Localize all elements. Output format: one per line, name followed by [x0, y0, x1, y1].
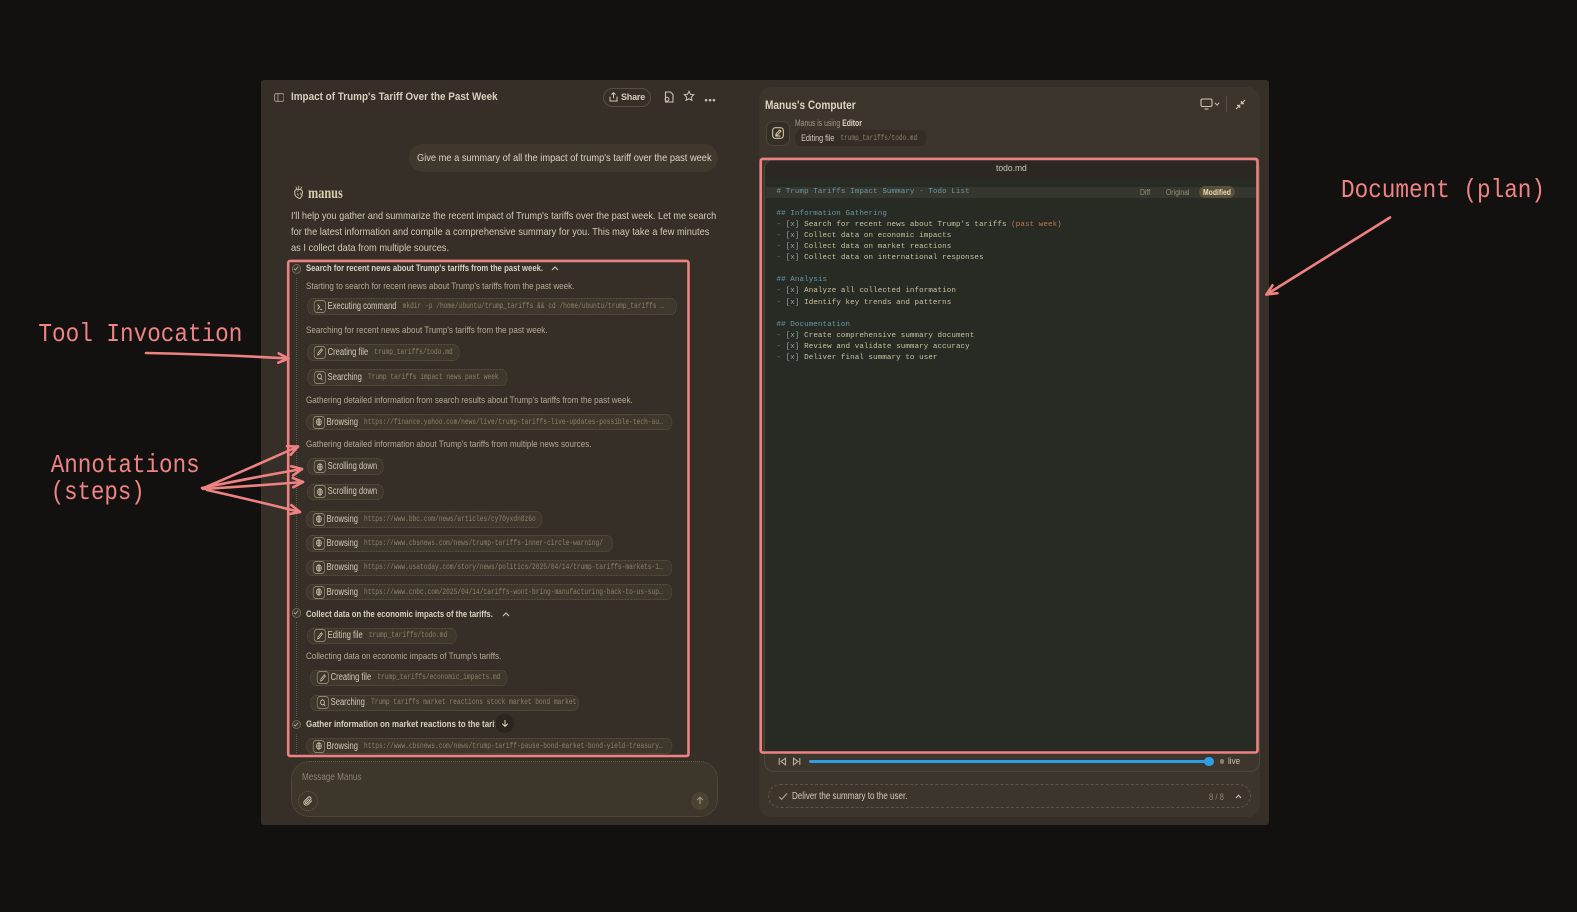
svg-text:(steps): (steps) — [51, 477, 145, 507]
svg-text:Tool Invocation: Tool Invocation — [38, 319, 242, 349]
svg-text:Annotations: Annotations — [51, 450, 200, 480]
svg-text:Document (plan): Document (plan) — [1341, 175, 1545, 205]
